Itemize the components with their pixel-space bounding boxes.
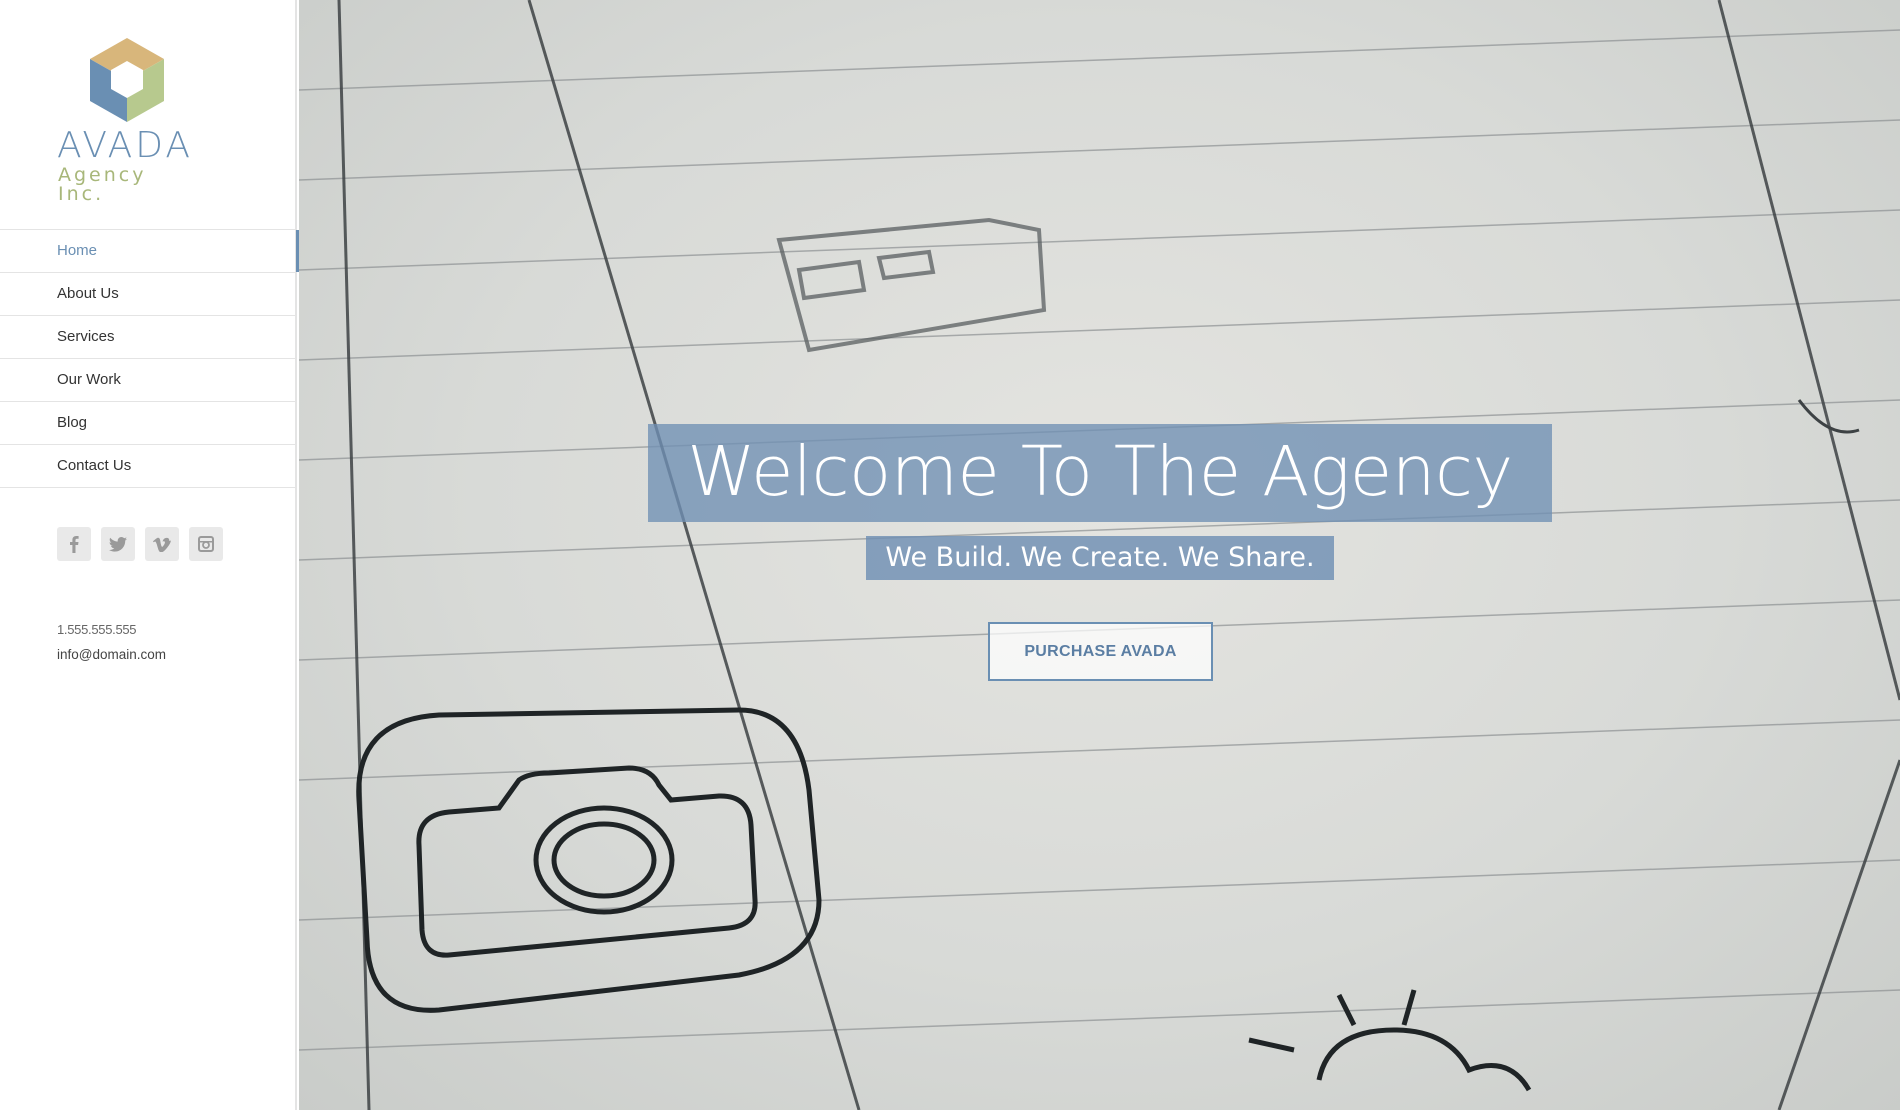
nav-item-contact-us[interactable]: Contact Us	[0, 444, 297, 488]
logo-tagline: Agency Inc.	[58, 164, 147, 205]
email-address[interactable]: info@domain.com	[57, 642, 166, 667]
facebook-icon[interactable]	[57, 527, 91, 561]
nav-item-home[interactable]: Home	[0, 229, 299, 272]
nav-item-services[interactable]: Services	[0, 315, 297, 358]
vimeo-icon[interactable]	[145, 527, 179, 561]
logo[interactable]: AVADA Agency Inc.	[57, 36, 197, 204]
sidebar: AVADA Agency Inc. Home About Us Services…	[0, 0, 299, 1110]
social-links	[57, 527, 223, 561]
nav-item-about-us[interactable]: About Us	[0, 272, 297, 315]
hexagon-logo-icon	[90, 38, 164, 122]
purchase-avada-button[interactable]: PURCHASE AVADA	[988, 622, 1213, 681]
hero-title: Welcome To The Agency	[648, 424, 1552, 522]
phone-number: 1.555.555.555	[57, 622, 137, 637]
nav-item-blog[interactable]: Blog	[0, 401, 297, 444]
logo-title: AVADA	[57, 125, 193, 166]
hero-section: Welcome To The Agency We Build. We Creat…	[299, 0, 1900, 1110]
instagram-icon[interactable]	[189, 527, 223, 561]
hero-subtitle: We Build. We Create. We Share.	[866, 536, 1334, 580]
main-nav: Home About Us Services Our Work Blog Con…	[0, 229, 299, 488]
contact-info: 1.555.555.555 info@domain.com	[57, 617, 166, 667]
nav-item-our-work[interactable]: Our Work	[0, 358, 297, 401]
twitter-icon[interactable]	[101, 527, 135, 561]
